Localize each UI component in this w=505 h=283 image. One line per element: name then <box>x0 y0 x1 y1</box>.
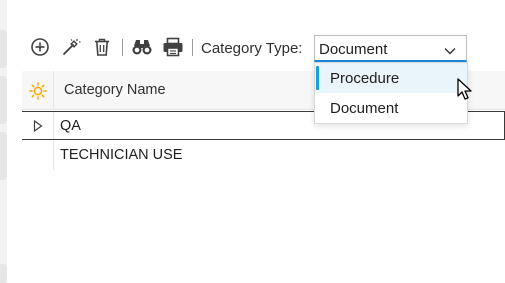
plus-circle-icon <box>31 38 49 56</box>
left-tab[interactable] <box>0 264 7 283</box>
mouse-pointer-icon <box>457 78 473 107</box>
category-name-cell[interactable]: QA <box>60 118 81 134</box>
column-header-category-name[interactable]: Category Name <box>64 82 166 98</box>
toolbar-separator <box>122 39 123 56</box>
add-button[interactable] <box>29 36 51 58</box>
category-type-label: Category Type: <box>201 40 303 57</box>
find-button[interactable] <box>131 36 153 58</box>
printer-icon <box>163 37 183 57</box>
left-tab[interactable] <box>0 30 7 68</box>
row-indicator[interactable] <box>22 112 54 139</box>
chevron-down-icon <box>444 43 456 61</box>
caret-right-icon <box>33 119 43 132</box>
category-type-dropdown: Procedure Document <box>314 62 468 124</box>
dropdown-option-document[interactable]: Document <box>315 93 467 123</box>
selection-accent <box>316 66 319 90</box>
category-type-combo[interactable]: Document <box>314 35 467 62</box>
dropdown-option-procedure[interactable]: Procedure <box>315 63 467 93</box>
toolbar-separator <box>192 39 193 56</box>
sun-icon <box>28 81 47 100</box>
dropdown-option-label: Document <box>330 100 399 117</box>
row-indicator[interactable] <box>22 141 54 170</box>
delete-button[interactable] <box>91 36 113 58</box>
print-button[interactable] <box>162 36 184 58</box>
column-chooser-button[interactable] <box>22 71 54 110</box>
binoculars-icon <box>132 40 152 55</box>
trash-icon <box>95 38 109 56</box>
left-edge-strip <box>0 0 7 283</box>
magic-wand-button[interactable] <box>60 36 82 58</box>
left-tab[interactable] <box>0 132 7 180</box>
magic-wand-icon <box>63 39 81 55</box>
category-name-cell[interactable]: TECHNICIAN USE <box>60 147 182 163</box>
dropdown-option-label: Procedure <box>330 70 400 87</box>
left-tab[interactable] <box>0 76 7 124</box>
table-row[interactable]: TECHNICIAN USE <box>22 141 505 170</box>
category-type-value: Document <box>319 41 388 58</box>
